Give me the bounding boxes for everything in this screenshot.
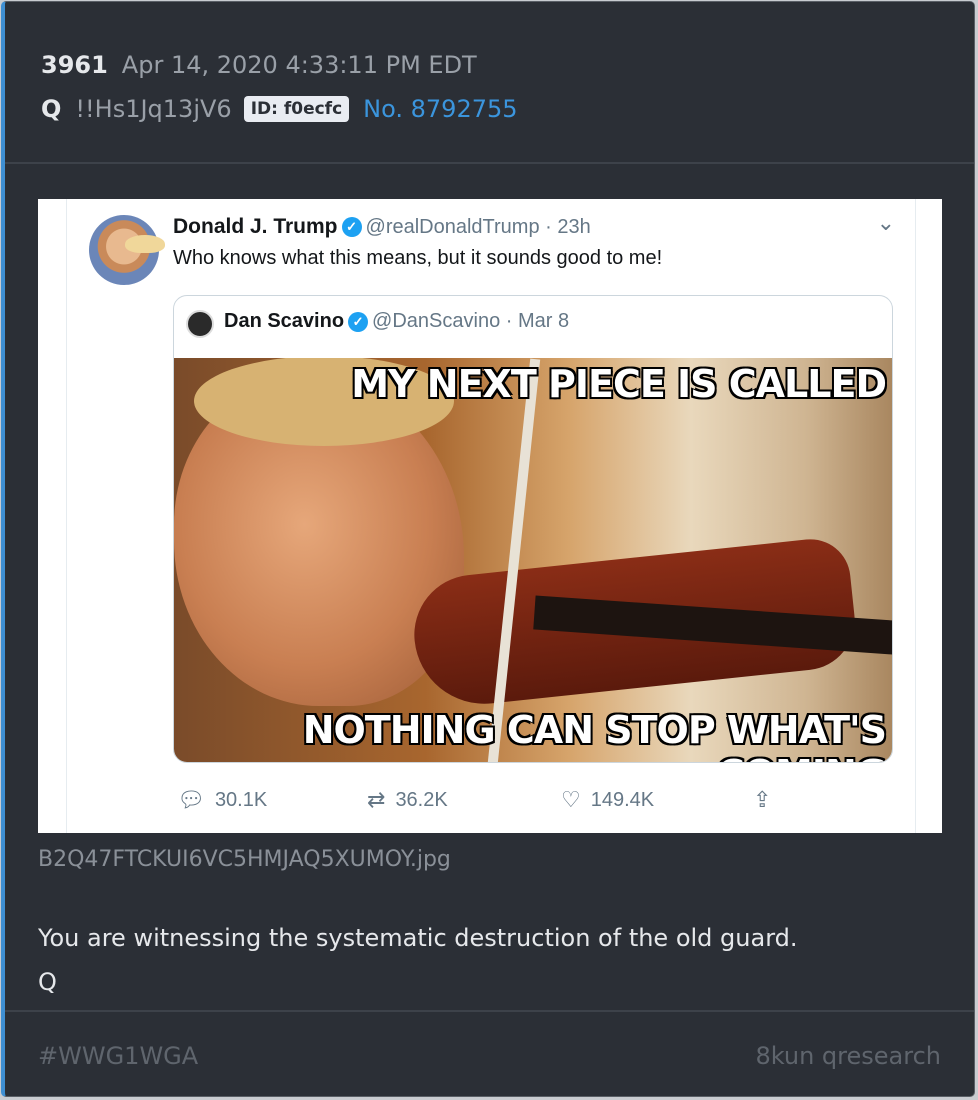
image-filename[interactable]: B2Q47FTCKUI6VC5HMJAQ5XUMOY.jpg bbox=[38, 847, 451, 872]
reply-count: 30.1K bbox=[214, 788, 268, 811]
share-action: ⇪ bbox=[753, 787, 781, 813]
retweet-count: 36.2K bbox=[395, 788, 448, 811]
meme-caption-top: MY NEXT PIECE IS CALLED bbox=[351, 362, 887, 406]
tweet-screenshot: Donald J. Trump ✓ @realDonaldTrump · 23h ⌄… bbox=[66, 199, 916, 833]
tweet-author-line: Donald J. Trump ✓ @realDonaldTrump · 23h bbox=[173, 215, 591, 239]
like-count: 149.4K bbox=[590, 788, 655, 811]
like-icon: ♡ bbox=[561, 787, 581, 812]
post-header: 3961 Apr 14, 2020 4:33:11 PM EDT Q !!Hs1… bbox=[5, 2, 974, 164]
post-number-link[interactable]: No. 8792755 bbox=[363, 95, 517, 123]
quoted-author-avatar bbox=[186, 310, 214, 338]
post-author-row: Q !!Hs1Jq13jV6 ID: f0ecfc No. 8792755 bbox=[41, 92, 518, 126]
tweet-author-handle: @realDonaldTrump · 23h bbox=[365, 216, 591, 238]
share-icon: ⇪ bbox=[753, 787, 772, 812]
poster-id-badge: ID: f0ecfc bbox=[243, 96, 350, 122]
footer-hashtag: #WWG1WGA bbox=[38, 1042, 199, 1070]
post-timestamp: Apr 14, 2020 4:33:11 PM EDT bbox=[121, 51, 477, 79]
author-name: Q bbox=[41, 95, 62, 123]
quoted-tweet: Dan Scavino ✓ @DanScavino · Mar 8 MY NEXT … bbox=[173, 295, 893, 763]
chevron-down-icon: ⌄ bbox=[876, 211, 895, 236]
avatar-hair bbox=[125, 235, 165, 253]
quoted-author-name: Dan Scavino bbox=[224, 310, 345, 332]
message-line: You are witnessing the systematic destru… bbox=[38, 924, 798, 952]
post-footer: #WWG1WGA 8kun qresearch bbox=[5, 1010, 974, 1096]
tweet-author-avatar bbox=[89, 215, 165, 285]
footer-source: 8kun qresearch bbox=[755, 1042, 941, 1070]
post-number: 3961 bbox=[41, 51, 108, 79]
reply-action: 💬︎ 30.1K bbox=[177, 787, 267, 813]
tweet-author-name: Donald J. Trump bbox=[173, 215, 338, 238]
violin-bow bbox=[487, 358, 541, 762]
meme-image: MY NEXT PIECE IS CALLED NOTHING CAN STOP… bbox=[174, 358, 892, 762]
retweet-action: ⇄ 36.2K bbox=[367, 787, 448, 813]
post-body: Donald J. Trump ✓ @realDonaldTrump · 23h ⌄… bbox=[5, 164, 974, 1010]
message-signature: Q bbox=[38, 968, 57, 996]
retweet-icon: ⇄ bbox=[367, 787, 386, 812]
post-card: 3961 Apr 14, 2020 4:33:11 PM EDT Q !!Hs1… bbox=[1, 1, 975, 1097]
verified-badge-icon: ✓ bbox=[341, 217, 362, 238]
quoted-author-line: Dan Scavino ✓ @DanScavino · Mar 8 bbox=[224, 310, 569, 333]
quoted-author-handle: @DanScavino · Mar 8 bbox=[372, 310, 570, 332]
attached-image[interactable]: Donald J. Trump ✓ @realDonaldTrump · 23h ⌄… bbox=[38, 199, 942, 833]
author-tripcode: !!Hs1Jq13jV6 bbox=[75, 95, 232, 123]
like-action: ♡ 149.4K bbox=[561, 787, 654, 813]
post-meta-row: 3961 Apr 14, 2020 4:33:11 PM EDT bbox=[41, 48, 477, 82]
verified-badge-icon: ✓ bbox=[348, 311, 369, 332]
post-message: You are witnessing the systematic destru… bbox=[38, 916, 798, 1004]
tweet-text: Who knows what this means, but it sounds… bbox=[173, 247, 663, 269]
meme-caption-bottom: NOTHING CAN STOP WHAT'S COMING bbox=[302, 708, 887, 762]
reply-icon: 💬︎ bbox=[177, 787, 205, 812]
tweet-actions: 💬︎ 30.1K ⇄ 36.2K ♡ 149.4K ⇪ bbox=[177, 787, 797, 817]
